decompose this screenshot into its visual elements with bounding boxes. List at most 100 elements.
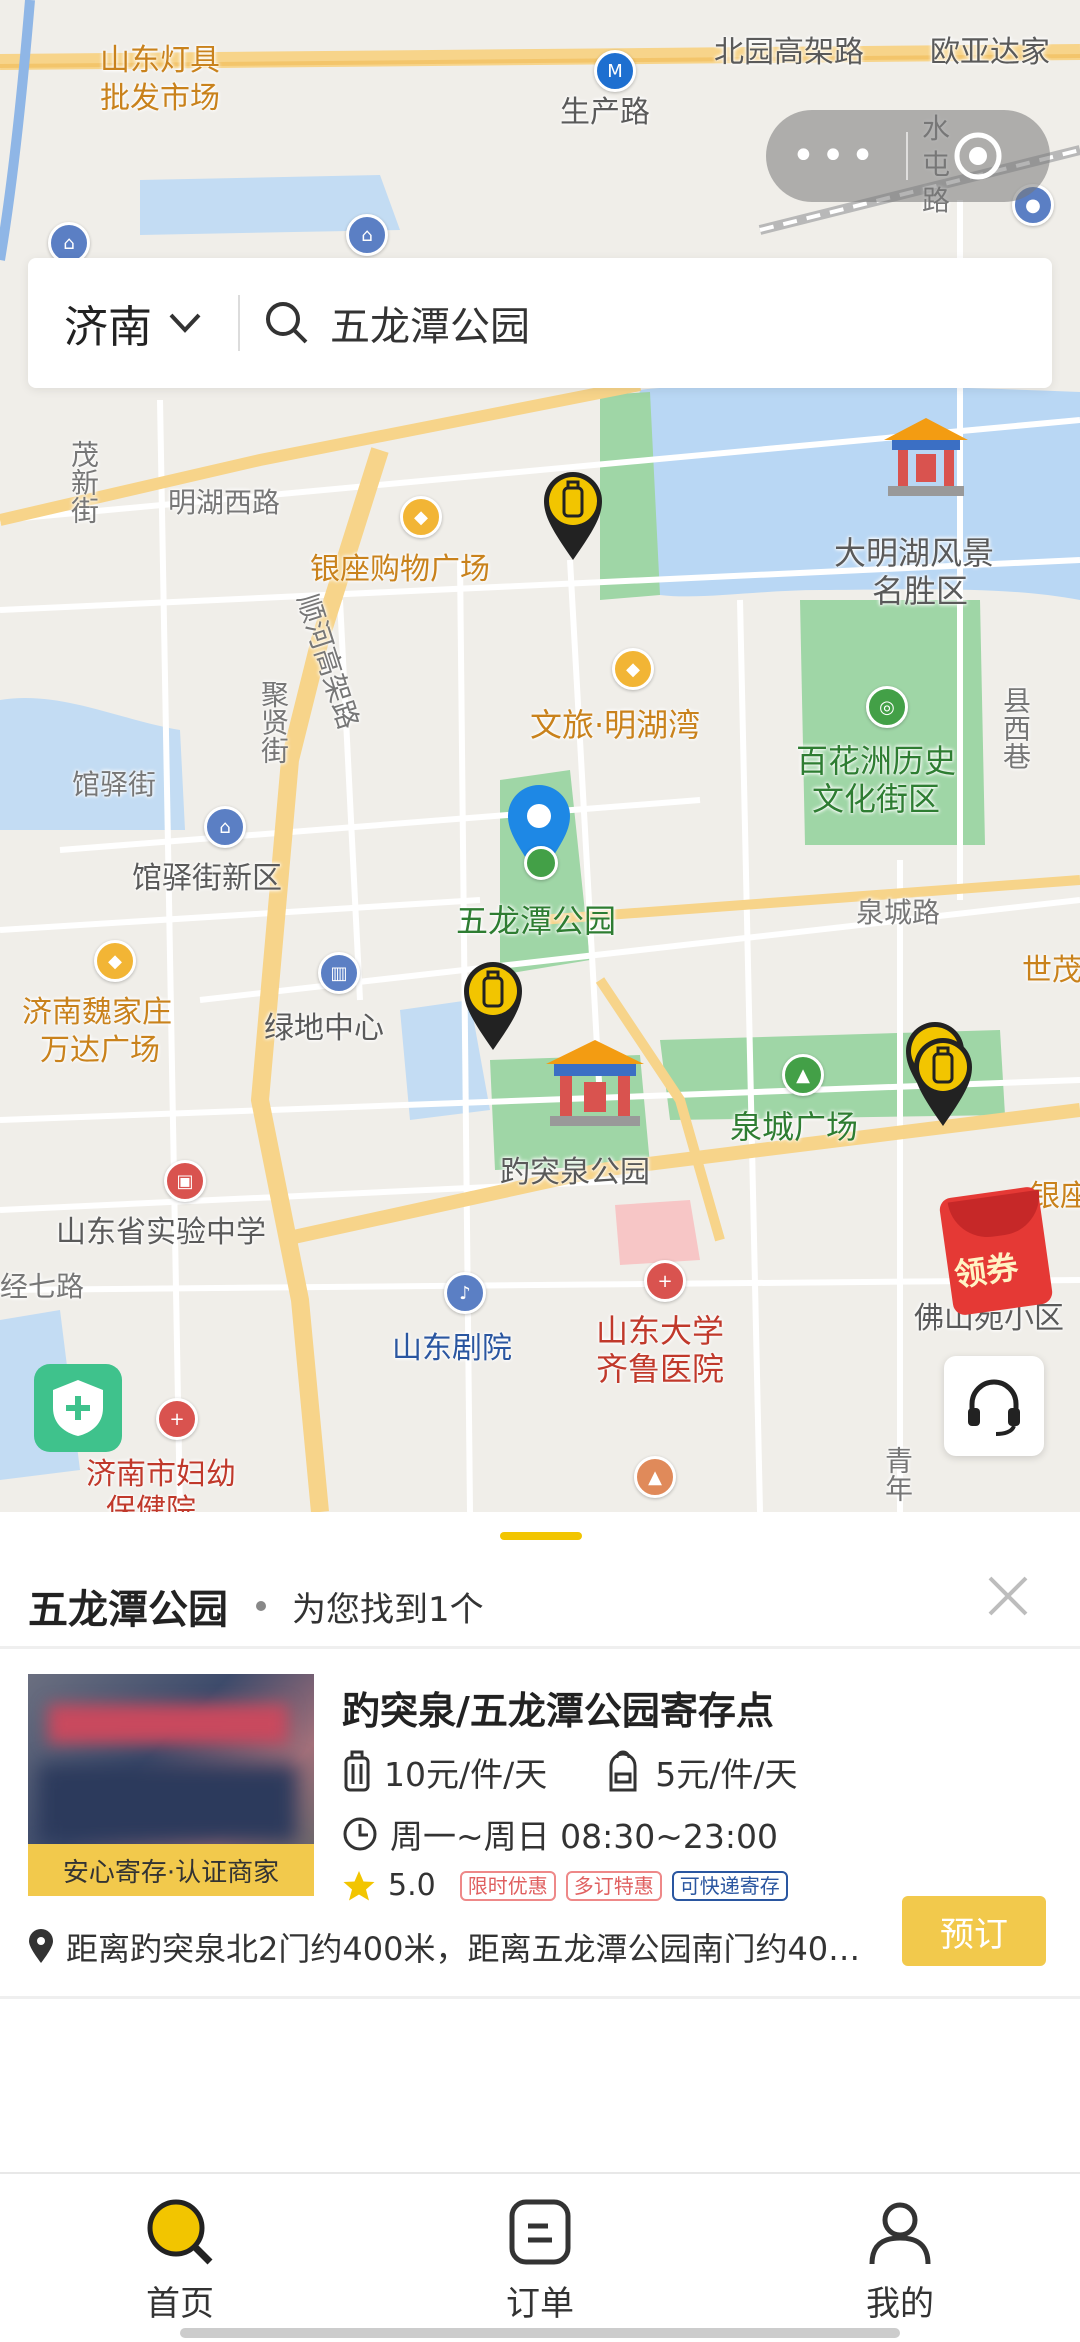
- opening-hours: 周一~周日 08:30~23:00: [390, 1817, 778, 1856]
- map-label-qingnian: 青年: [881, 1446, 914, 1502]
- coupon-button[interactable]: 领券: [938, 1185, 1056, 1317]
- close-icon[interactable]: [978, 1566, 1038, 1626]
- map-label-shengchan-road: 生产路: [560, 95, 650, 130]
- map-label-experimental-school: 山东省实验中学: [56, 1215, 266, 1250]
- result-count: 为您找到1个: [292, 1589, 484, 1630]
- map-label-qilu-2: 齐鲁医院: [596, 1350, 725, 1388]
- close-miniapp-button[interactable]: [908, 130, 1048, 182]
- results-sheet: 五龙潭公园 为您找到1个 安心寄存·认证商家 趵突泉/五龙潭公园寄存点 10元/…: [0, 1512, 1080, 2172]
- star-icon: [343, 1870, 375, 1900]
- result-card[interactable]: 安心寄存·认证商家 趵突泉/五龙潭公园寄存点 10元/件/天 5元/件/天 周一…: [0, 1652, 1080, 1992]
- clock-icon: [343, 1817, 377, 1851]
- map-label-baihuazhou-2: 文化街区: [812, 780, 941, 818]
- map-label-guanyi-street: 馆驿街: [72, 768, 157, 801]
- rating-row: 5.0 限时优惠 多订特惠 可快递寄存: [342, 1868, 788, 1903]
- map-label-ouya-dajia: 欧亚达家: [930, 35, 1050, 70]
- search-icon: [266, 302, 308, 344]
- map-label-wholesale-market: 批发市场: [100, 81, 220, 116]
- map-label-baotu-park: 趵突泉公园: [500, 1155, 650, 1190]
- shop-name: 趵突泉/五龙潭公园寄存点: [342, 1689, 774, 1733]
- search-home-icon: [147, 2199, 213, 2265]
- divider: [0, 1646, 1080, 1649]
- user-icon: [869, 2202, 931, 2265]
- hospital-icon: +: [644, 1260, 686, 1302]
- map-label-quancheng-road: 泉城路: [856, 896, 941, 929]
- map-label-wanda-2: 万达广场: [40, 1033, 160, 1068]
- location-icon: [29, 1929, 53, 1963]
- mall-icon-3: ◆: [94, 940, 136, 982]
- more-button[interactable]: •••: [766, 133, 906, 179]
- school-icon: ▣: [164, 1160, 206, 1202]
- tag-express: 可快递寄存: [671, 1870, 788, 1901]
- mall-icon: ◆: [400, 496, 442, 538]
- map-label-daminghu-1: 大明湖风景: [834, 534, 995, 572]
- scenic-icon: ◎: [866, 686, 908, 728]
- map-label-daminghu-2: 名胜区: [872, 572, 969, 610]
- map-label-wulongtan-park: 五龙潭公园: [456, 902, 617, 940]
- coupon-label: 领券: [951, 1247, 1021, 1295]
- tab-orders[interactable]: 订单: [440, 2196, 640, 2325]
- certified-badge: 安心寄存·认证商家: [28, 1844, 314, 1896]
- luggage-pin-2[interactable]: [462, 960, 524, 1052]
- map-label-xianxi-lane: 县西巷: [999, 686, 1032, 770]
- map-label-maternal-2: 保健院: [106, 1494, 196, 1512]
- hours-row: 周一~周日 08:30~23:00: [342, 1810, 778, 1858]
- pavilion-icon-2: [546, 1040, 644, 1126]
- luggage-pin-4[interactable]: [912, 1036, 974, 1128]
- map-label-juxian-street: 聚贤街: [257, 680, 290, 764]
- rating-value: 5.0: [388, 1868, 436, 1903]
- tag-limited-offer: 限时优惠: [459, 1870, 556, 1901]
- map-view[interactable]: 山东灯具 批发市场 北园高架路 欧亚达家 生产路 水 屯 路 明湖西路 茂新街 …: [0, 0, 1080, 1512]
- headset-icon: [968, 1379, 1020, 1436]
- luggage-icon: [344, 1750, 370, 1792]
- map-label-beiyuan-elevated: 北园高架路: [714, 35, 864, 70]
- park-icon: ▲: [782, 1054, 824, 1096]
- address-text: 距离趵突泉北2门约400米，距离五龙潭公园南门约400米: [66, 1930, 878, 1968]
- shield-plus-icon: [53, 1380, 103, 1436]
- address-row: 距离趵突泉北2门约400米，距离五龙潭公园南门约400米: [28, 1924, 878, 1970]
- price-luggage: 10元/件/天: [384, 1755, 548, 1794]
- pavilion-icon: [884, 418, 968, 496]
- education-icon: ▲: [634, 1456, 676, 1498]
- target-icon: [954, 132, 1002, 180]
- customer-service-button[interactable]: [944, 1356, 1044, 1456]
- map-label-yinzuo-mall: 银座购物广场: [310, 552, 490, 587]
- sheet-drag-handle[interactable]: [500, 1532, 582, 1540]
- map-label-qilu-1: 山东大学: [596, 1312, 725, 1350]
- map-label-minghu-west: 明湖西路: [168, 486, 281, 519]
- city-selector[interactable]: 济南: [64, 291, 202, 355]
- map-label-wanda-1: 济南魏家庄: [22, 995, 172, 1030]
- separator-dot: [256, 1601, 266, 1611]
- metro-icon: M: [594, 50, 636, 92]
- map-label-quancheng-square: 泉城广场: [730, 1108, 859, 1146]
- shop-photo: 安心寄存·认证商家: [28, 1674, 314, 1896]
- tab-bar: 首页 订单 我的: [0, 2172, 1080, 2342]
- search-input[interactable]: 五龙潭公园: [330, 294, 530, 352]
- tab-profile[interactable]: 我的: [800, 2196, 1000, 2325]
- backpack-icon: [609, 1750, 637, 1792]
- map-label-baihuazhou-1: 百花洲历史: [796, 742, 957, 780]
- map-label-wenlv-minghuwan: 文旅·明湖湾: [530, 706, 701, 744]
- tab-orders-label: 订单: [506, 2284, 574, 2324]
- city-label: 济南: [64, 302, 152, 353]
- sheet-header: 五龙潭公园 为您找到1个: [28, 1566, 1058, 1646]
- home-indicator: [180, 2328, 900, 2338]
- map-label-jingqi-road: 经七路: [0, 1270, 85, 1303]
- park-dot-icon: [524, 846, 558, 880]
- miniapp-capsule: •••: [766, 110, 1050, 202]
- luggage-pin[interactable]: [542, 470, 604, 562]
- safety-button[interactable]: [34, 1364, 122, 1452]
- residence-icon: ⌂: [346, 214, 388, 256]
- map-label-shimao: 世茂: [1022, 953, 1080, 988]
- photo-blur-bottom: [38, 1764, 298, 1844]
- book-button[interactable]: 预订: [902, 1896, 1046, 1966]
- theater-icon: ♪: [444, 1272, 486, 1314]
- office-icon: ▥: [318, 952, 360, 994]
- map-label-maternal-1: 济南市妇幼: [86, 1457, 236, 1492]
- tab-profile-label: 我的: [866, 2284, 934, 2324]
- price-bag: 5元/件/天: [655, 1755, 798, 1794]
- map-label-maoxin-street: 茂新街: [67, 440, 100, 524]
- price-row: 10元/件/天 5元/件/天: [342, 1748, 797, 1796]
- mall-icon-2: ◆: [612, 648, 654, 690]
- tab-home[interactable]: 首页: [80, 2196, 280, 2325]
